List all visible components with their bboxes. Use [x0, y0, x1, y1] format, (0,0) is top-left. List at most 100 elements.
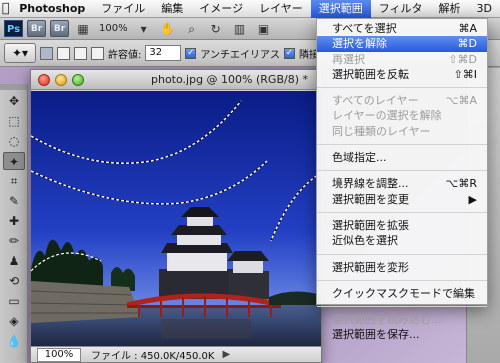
menu-separator	[317, 144, 487, 146]
zoom-tool-icon[interactable]: ⌕	[182, 20, 202, 38]
select-menu-item-label: 選択範囲を保存...	[332, 328, 420, 342]
select-menu-item-label: 選択範囲を変形	[332, 260, 409, 274]
select-menu-item-label: すべてを選択	[332, 22, 397, 35]
lasso-tool-icon[interactable]: ◌	[3, 132, 25, 150]
photoshop-logo: Ps	[4, 20, 23, 37]
eyedropper-tool-icon[interactable]: ✎	[3, 192, 25, 210]
select-menu-item[interactable]: 選択範囲を反転 ⇧⌘I	[317, 67, 487, 82]
select-menu-item-label: クイックマスクモードで編集	[332, 286, 475, 300]
select-menu-item: 選択範囲を読み込む...	[317, 312, 487, 327]
select-menu-item-label: レイヤーの選択を解除	[332, 109, 442, 123]
menu-image[interactable]: イメージ	[191, 0, 251, 18]
close-window-button[interactable]	[38, 74, 50, 86]
select-menu-item[interactable]: 近似色を選択	[317, 233, 487, 248]
intersect-selection-button[interactable]	[91, 46, 104, 60]
menu-separator	[317, 306, 487, 308]
submenu-arrow-icon: ▶	[468, 192, 477, 206]
file-size-info: ファイル : 450.0K/450.0K	[91, 351, 215, 362]
hand-tool-icon[interactable]: ✋	[158, 20, 178, 38]
select-menu-item[interactable]: クイックマスクモードで編集	[317, 286, 487, 301]
view-extras-icon[interactable]: ▦	[73, 20, 93, 38]
rotate-view-icon[interactable]: ↻	[206, 20, 226, 38]
select-menu-item-label: すべてのレイヤー	[332, 94, 419, 108]
select-menu-item[interactable]: 選択範囲を保存...	[317, 327, 487, 342]
document-title: photo.jpg @ 100% (RGB/8) *	[151, 73, 308, 86]
zoom-level-select[interactable]: 100%	[97, 23, 130, 34]
healing-brush-tool-icon[interactable]: ✚	[3, 212, 25, 230]
minimize-window-button[interactable]	[55, 74, 67, 86]
select-menu-item[interactable]: 選択範囲を変更 ▶	[317, 192, 487, 207]
status-menu-arrow-icon[interactable]: ▶	[222, 349, 230, 360]
screen-mode-icon[interactable]: ▣	[254, 20, 274, 38]
select-menu-shortcut: ⇧⌘D	[448, 52, 477, 66]
chevron-down-icon[interactable]: ▾	[134, 20, 154, 38]
menu-bar:  Photoshop ファイル 編集 イメージ レイヤー 選択範囲 フィルタ …	[0, 0, 500, 18]
menu-separator	[317, 211, 487, 213]
bridge-button[interactable]: Br	[27, 20, 46, 37]
select-menu-item-label: 再選択	[332, 52, 365, 66]
select-menu-item-label: 選択範囲を変更	[332, 192, 409, 206]
menu-3d[interactable]: 3D	[469, 0, 500, 18]
menu-file[interactable]: ファイル	[93, 0, 153, 18]
select-menu-item-label: 境界線を調整...	[332, 177, 409, 191]
tolerance-label: 許容値:	[108, 49, 142, 61]
document-title-bar[interactable]: photo.jpg @ 100% (RGB/8) *	[31, 70, 321, 90]
menu-select[interactable]: 選択範囲	[310, 0, 371, 18]
select-menu-item-label: 色域指定...	[332, 151, 387, 165]
menu-separator	[317, 87, 487, 89]
select-menu-item[interactable]: 境界線を調整... ⌥⌘R	[317, 176, 487, 191]
select-menu-item-label: 選択を解除	[332, 37, 387, 51]
select-menu-shortcut: ⌥⌘R	[445, 177, 477, 191]
select-menu-item[interactable]: 選択を解除 ⌘D	[317, 36, 487, 52]
menu-separator	[317, 253, 487, 255]
select-menu-item[interactable]: 色域指定...	[317, 150, 487, 165]
antialias-label: アンチエイリアス	[200, 49, 280, 61]
document-zoom-field[interactable]: 100%	[37, 347, 81, 362]
clone-stamp-tool-icon[interactable]: ♟	[3, 252, 25, 270]
menu-separator	[317, 170, 487, 172]
add-selection-button[interactable]	[57, 46, 70, 60]
zoom-window-button[interactable]	[72, 74, 84, 86]
select-menu-shortcut: ⌥⌘A	[445, 94, 477, 108]
brush-tool-icon[interactable]: ✏	[3, 232, 25, 250]
toolbox-grip[interactable]	[0, 84, 27, 90]
paint-bucket-tool-icon[interactable]: ◈	[3, 312, 25, 330]
menu-filter[interactable]: フィルタ	[371, 0, 431, 18]
select-menu-item-label: 同じ種類のレイヤー	[332, 124, 431, 138]
select-menu-item[interactable]: 選択範囲を変形	[317, 260, 487, 275]
arrange-documents-icon[interactable]: ▥	[230, 20, 250, 38]
document-window: photo.jpg @ 100% (RGB/8) * 100% ファイル: 4…	[30, 69, 322, 363]
new-selection-button[interactable]	[40, 46, 53, 60]
select-menu-item: 再選択 ⇧⌘D	[317, 52, 487, 67]
select-menu-shortcut: ⌘A	[458, 22, 477, 35]
eraser-tool-icon[interactable]: ▭	[3, 292, 25, 310]
move-tool-icon[interactable]: ✥	[3, 92, 25, 110]
select-menu-item-label: 選択範囲を拡張	[332, 218, 409, 232]
image-canvas[interactable]	[31, 91, 321, 347]
tolerance-input[interactable]: 32	[145, 45, 182, 61]
magic-wand-tool-icon[interactable]: ✦	[3, 152, 25, 170]
crop-tool-icon[interactable]: ⌗	[3, 172, 25, 190]
subtract-selection-button[interactable]	[74, 46, 87, 60]
photo-image	[31, 91, 321, 347]
toolbox: ✥ ⬚ ◌ ✦ ⌗ ✎ ✚ ✏ ♟ ⟲ ▭ ◈ 💧	[0, 84, 28, 363]
mini-bridge-button[interactable]: Br	[50, 20, 69, 37]
blur-tool-icon[interactable]: 💧	[3, 332, 25, 350]
apple-menu-icon[interactable]: 	[0, 1, 11, 16]
select-menu-item-label: 近似色を選択	[332, 234, 398, 248]
contiguous-checkbox[interactable]: ✓	[283, 47, 295, 59]
select-menu-dropdown: すべてを選択 ⌘A 選択を解除 ⌘D 再選択 ⇧⌘D 選択範囲を反転 ⇧⌘I すべてのレイヤー ⌥…	[316, 18, 488, 341]
select-menu-item[interactable]: 選択範囲を拡張	[317, 218, 487, 233]
select-menu-item: すべてのレイヤー ⌥⌘A	[317, 93, 487, 108]
menu-edit[interactable]: 編集	[153, 0, 191, 18]
menu-layer[interactable]: レイヤー	[251, 0, 311, 18]
tool-preset-picker[interactable]: ✦▾	[4, 43, 36, 63]
marquee-tool-icon[interactable]: ⬚	[3, 112, 25, 130]
select-menu-item[interactable]: すべてを選択 ⌘A	[317, 21, 487, 36]
menu-separator	[317, 279, 487, 281]
select-menu-item-label: 選択範囲を反転	[332, 67, 409, 81]
antialias-checkbox[interactable]: ✓	[185, 47, 197, 59]
history-brush-tool-icon[interactable]: ⟲	[3, 272, 25, 290]
menu-app[interactable]: Photoshop	[11, 0, 93, 18]
menu-analysis[interactable]: 解析	[431, 0, 469, 18]
